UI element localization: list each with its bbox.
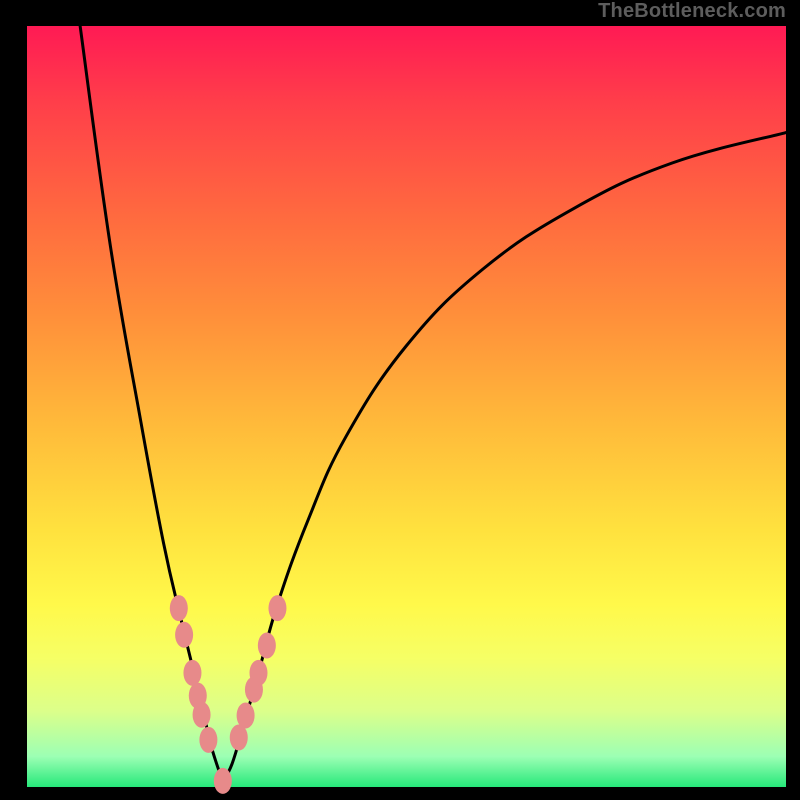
chart-svg (0, 0, 800, 800)
data-marker (193, 702, 211, 728)
data-marker (237, 702, 255, 728)
curve-left-branch (80, 26, 223, 781)
data-marker (175, 622, 193, 648)
data-marker (249, 660, 267, 686)
outer-frame: TheBottleneck.com (0, 0, 800, 800)
data-marker (199, 727, 217, 753)
data-marker (214, 768, 232, 794)
data-marker (268, 595, 286, 621)
data-marker (183, 660, 201, 686)
watermark-text: TheBottleneck.com (598, 0, 786, 23)
curve-right-branch (223, 133, 786, 781)
data-marker (170, 595, 188, 621)
data-marker (258, 632, 276, 658)
